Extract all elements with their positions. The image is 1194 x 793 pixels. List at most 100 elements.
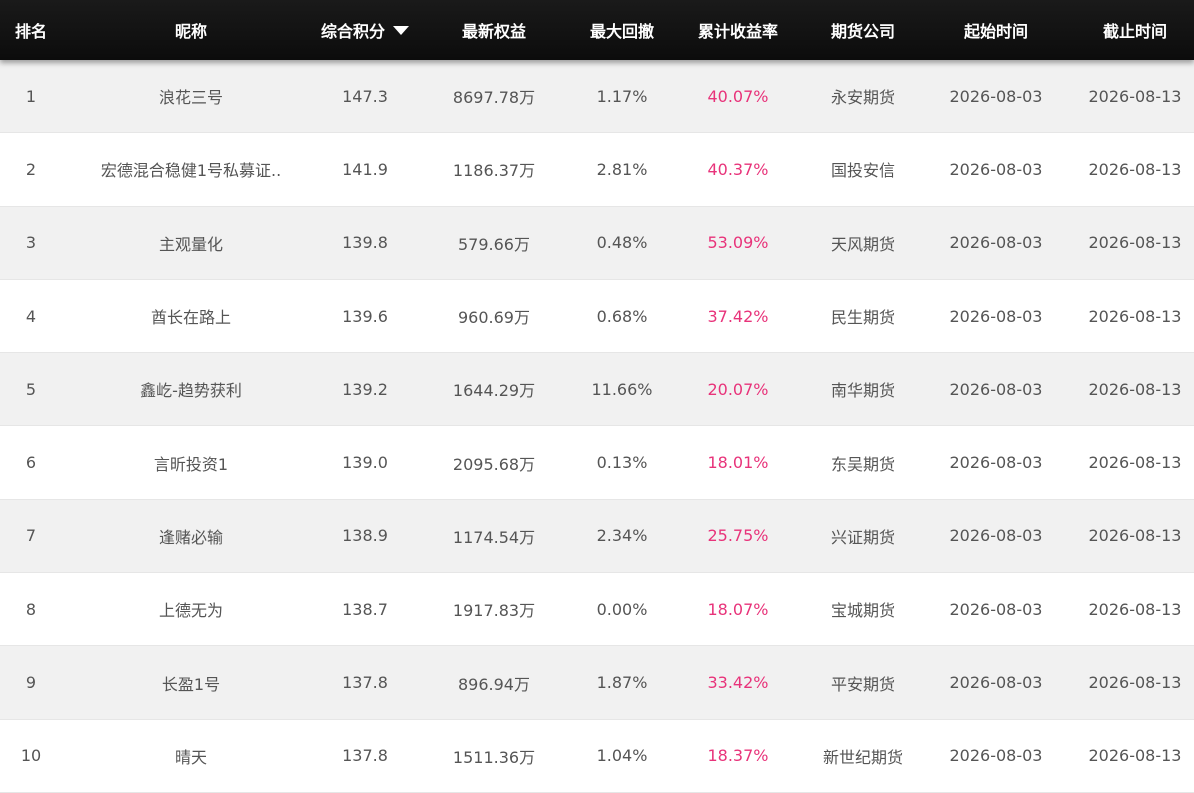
start-date-cell-text: 2026-08-03 [949, 379, 1043, 399]
name-cell[interactable]: 主观量化 [62, 207, 320, 279]
score-cell: 139.6 [320, 280, 410, 352]
end-date-cell-text: 2026-08-13 [1088, 379, 1182, 399]
equity-cell-text: 960.69万 [458, 308, 530, 328]
name-cell[interactable]: 长盈1号 [62, 646, 320, 718]
equity-cell: 960.69万 [410, 280, 578, 352]
return-cell-text: 40.37% [707, 159, 769, 179]
name-cell[interactable]: 上德无为 [62, 573, 320, 645]
start-date-cell: 2026-08-03 [916, 280, 1076, 352]
drawdown-cell: 0.13% [578, 426, 666, 498]
name-cell[interactable]: 逢赌必输 [62, 500, 320, 572]
company-cell-text: 新世纪期货 [822, 747, 903, 767]
company-cell: 民生期货 [810, 280, 916, 352]
company-cell: 新世纪期货 [810, 720, 916, 792]
return-cell: 53.09% [666, 207, 810, 279]
name-cell[interactable]: 酋长在路上 [62, 280, 320, 352]
name-cell[interactable]: 晴天 [62, 720, 320, 792]
equity-cell: 1186.37万 [410, 133, 578, 205]
company-cell-text: 天风期货 [830, 234, 895, 254]
header-drawdown[interactable]: 最大回撤 [578, 0, 666, 60]
return-cell: 18.07% [666, 573, 810, 645]
equity-cell-text: 579.66万 [458, 234, 530, 254]
rank-cell: 2 [0, 133, 62, 205]
table-row[interactable]: 8 上德无为 138.7 1917.83万 0.00% 18.07% 宝城期货 2026-08… [0, 573, 1194, 647]
return-cell-text: 25.75% [707, 526, 769, 546]
drawdown-cell: 0.00% [578, 573, 666, 645]
header-start[interactable]: 起始时间 [916, 0, 1076, 60]
return-cell-text: 40.07% [707, 86, 769, 106]
caret-down-icon[interactable] [393, 25, 409, 35]
score-cell-text: 138.9 [342, 526, 388, 546]
company-cell-text: 平安期货 [830, 674, 895, 694]
drawdown-cell-text: 2.81% [596, 159, 648, 179]
start-date-cell-text: 2026-08-03 [949, 233, 1043, 253]
score-cell: 147.3 [320, 60, 410, 132]
start-date-cell-text: 2026-08-03 [949, 673, 1043, 693]
header-company[interactable]: 期货公司 [810, 0, 916, 60]
table-row[interactable]: 4 酋长在路上 139.6 960.69万 0.68% 37.42% 民生期货 2026-08… [0, 279, 1194, 354]
end-date-cell: 2026-08-13 [1076, 500, 1194, 572]
drawdown-cell: 1.87% [578, 646, 666, 718]
equity-cell: 1917.83万 [410, 573, 578, 645]
header-score-label: 综合积分 [320, 22, 385, 41]
drawdown-cell: 11.66% [578, 353, 666, 425]
score-cell: 139.0 [320, 426, 410, 498]
drawdown-cell: 2.81% [578, 133, 666, 205]
header-end[interactable]: 截止时间 [1076, 0, 1194, 60]
start-date-cell: 2026-08-03 [916, 646, 1076, 718]
ranking-table: 排名 昵称 综合积分 最新权益 最大回撤 累计收益率 期货公司 起始时间 截止时… [0, 0, 1194, 793]
score-cell-text: 137.8 [342, 673, 388, 693]
header-name[interactable]: 昵称 [62, 0, 320, 60]
start-date-cell: 2026-08-03 [916, 353, 1076, 425]
table-header: 排名 昵称 综合积分 最新权益 最大回撤 累计收益率 期货公司 起始时间 截止时… [0, 0, 1194, 60]
name-cell[interactable]: 浪花三号 [62, 60, 320, 132]
score-cell-text: 137.8 [342, 746, 388, 766]
table-row[interactable]: 3 主观量化 139.8 579.66万 0.48% 53.09% 天风期货 2026-08-… [0, 206, 1194, 280]
name-cell-text: 言昕投资1 [143, 450, 239, 475]
name-cell-text: 上德无为 [148, 597, 233, 622]
company-cell-text: 宝城期货 [830, 601, 895, 621]
end-date-cell-text: 2026-08-13 [1088, 673, 1182, 693]
header-equity[interactable]: 最新权益 [410, 0, 578, 60]
drawdown-cell-text: 2.34% [596, 526, 648, 546]
equity-cell: 896.94万 [410, 646, 578, 718]
end-date-cell: 2026-08-13 [1076, 646, 1194, 718]
table-row[interactable]: 1 浪花三号 147.3 8697.78万 1.17% 40.07% 永安期货 2026-08… [0, 60, 1194, 134]
name-cell[interactable]: 言昕投资1 [62, 426, 320, 498]
company-cell: 东吴期货 [810, 426, 916, 498]
header-return[interactable]: 累计收益率 [666, 0, 810, 60]
return-cell-text: 37.42% [707, 306, 769, 326]
start-date-cell-text: 2026-08-03 [949, 746, 1043, 766]
name-cell[interactable]: 鑫屹-趋势获利 [62, 353, 320, 425]
start-date-cell: 2026-08-03 [916, 133, 1076, 205]
score-cell: 139.2 [320, 353, 410, 425]
score-cell-text: 139.0 [342, 453, 388, 473]
table-row[interactable]: 7 逢赌必输 138.9 1174.54万 2.34% 25.75% 兴证期货 2026-08… [0, 499, 1194, 574]
drawdown-cell-text: 1.87% [596, 673, 648, 693]
table-row[interactable]: 9 长盈1号 137.8 896.94万 1.87% 33.42% 平安期货 2026-08-… [0, 646, 1194, 720]
table-row[interactable]: 6 言昕投资1 139.0 2095.68万 0.13% 18.01% 东吴期货 2026-0… [0, 426, 1194, 500]
return-cell-text: 33.42% [707, 673, 769, 693]
score-cell: 138.7 [320, 573, 410, 645]
header-rank[interactable]: 排名 [0, 0, 62, 60]
name-cell-text: 鑫屹-趋势获利 [140, 381, 242, 401]
rank-cell-text: 1 [25, 86, 37, 106]
name-cell[interactable]: 宏德混合稳健1号私募证.. [62, 133, 320, 205]
end-date-cell: 2026-08-13 [1076, 720, 1194, 792]
return-cell-text: 18.07% [707, 599, 769, 619]
table-row[interactable]: 10 晴天 137.8 1511.36万 1.04% 18.37% 新世纪期货 2026-08… [0, 719, 1194, 793]
company-cell-text: 国投安信 [830, 161, 895, 181]
equity-cell-text: 8697.78万 [452, 88, 536, 108]
score-cell-text: 147.3 [342, 86, 388, 106]
score-cell-text: 138.7 [342, 599, 388, 619]
table-row[interactable]: 5 鑫屹-趋势获利 139.2 1644.29万 11.66% 20.07% 南华期货 202… [0, 353, 1194, 427]
header-score[interactable]: 综合积分 [320, 0, 410, 60]
table-row[interactable]: 2 宏德混合稳健1号私募证.. 141.9 1186.37万 2.81% 40.37% 国投… [0, 133, 1194, 207]
end-date-cell-text: 2026-08-13 [1088, 159, 1182, 179]
score-cell-text: 141.9 [342, 159, 388, 179]
equity-cell-text: 1511.36万 [452, 747, 536, 767]
drawdown-cell: 1.04% [578, 720, 666, 792]
start-date-cell-text: 2026-08-03 [949, 86, 1043, 106]
rank-cell-text: 6 [25, 453, 37, 473]
equity-cell-text: 2095.68万 [452, 454, 536, 474]
